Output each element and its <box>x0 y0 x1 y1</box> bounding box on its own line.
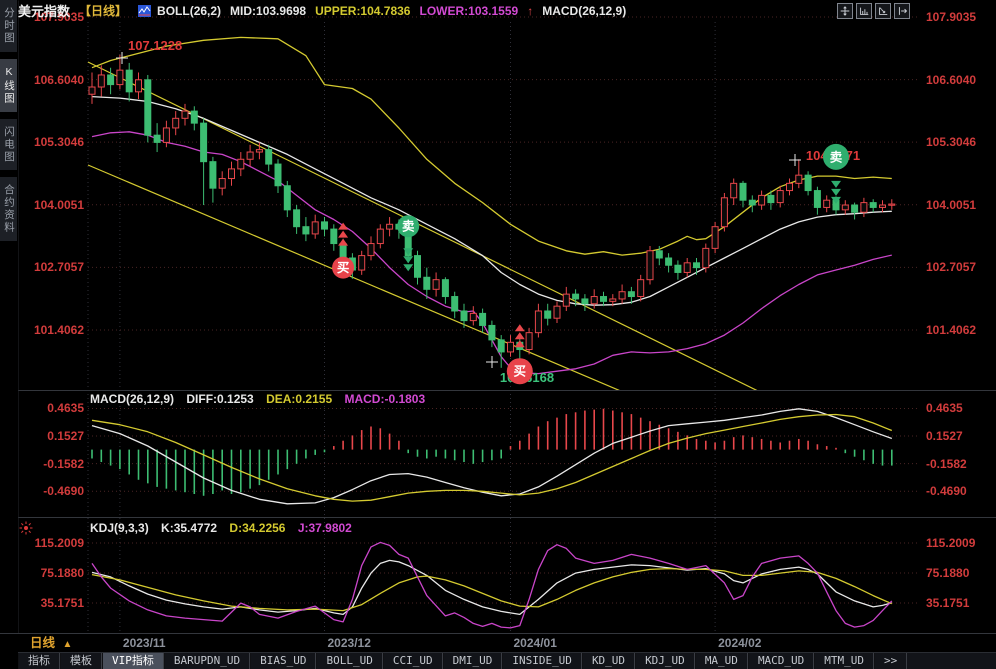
boll-lower-value: LOWER:103.1559 <box>419 4 518 18</box>
tab-模板[interactable]: 模板 <box>60 653 102 669</box>
x-axis-date: 2024/02 <box>718 634 761 652</box>
period-label: 日线 <box>30 636 55 650</box>
macd-label: MACD(26,12,9) <box>542 4 626 18</box>
tab-VIP指标[interactable]: VIP指标 <box>102 653 164 669</box>
main-y-tick: 104.0051 <box>926 198 992 212</box>
x-axis-date: 2023/12 <box>328 634 371 652</box>
kdj-k-value: K:35.4772 <box>161 521 217 535</box>
macd-y-tick: 0.4635 <box>926 401 992 415</box>
chart-canvas[interactable]: 107.1228104.6171100.6168买卖买卖 <box>0 0 996 669</box>
y-axis-scale-icon[interactable] <box>875 3 891 19</box>
tab-MACD_UD[interactable]: MACD_UD <box>748 653 814 669</box>
period-tag: 【日线】 <box>79 2 127 19</box>
main-y-tick: 102.7057 <box>926 260 992 274</box>
svg-text:卖: 卖 <box>830 149 843 164</box>
macd-diff-value: DIFF:0.1253 <box>186 392 253 406</box>
kdj-d-value: D:34.2256 <box>229 521 285 535</box>
tab-DMI_UD[interactable]: DMI_UD <box>443 653 503 669</box>
tab-BIAS_UD[interactable]: BIAS_UD <box>250 653 316 669</box>
kdj-panel-header: KDJ(9,3,3) K:35.4772 D:34.2256 J:37.9802 <box>90 521 361 535</box>
indicator-chart-icon <box>138 5 151 17</box>
main-y-tick: 106.6040 <box>926 73 992 87</box>
macd-y-tick: -0.4690 <box>20 484 84 498</box>
kdj-y-tick: 75.1880 <box>20 566 84 580</box>
svg-text:买: 买 <box>337 261 350 275</box>
main-y-tick: 105.3046 <box>926 135 992 149</box>
svg-text:买: 买 <box>514 365 527 379</box>
tab-MTM_UD[interactable]: MTM_UD <box>814 653 874 669</box>
svg-text:卖: 卖 <box>402 219 415 234</box>
tab-指标[interactable]: 指标 <box>18 653 60 669</box>
macd-panel-header: MACD(26,12,9) DIFF:0.1253 DEA:0.2155 MAC… <box>90 392 434 406</box>
tab-KD_UD[interactable]: KD_UD <box>582 653 635 669</box>
macd-y-tick: 0.4635 <box>20 401 84 415</box>
main-y-tick: 101.4062 <box>20 323 84 337</box>
period-arrow-icon: ▲ <box>63 639 73 650</box>
sidebar-item-0[interactable]: 分时图 <box>0 0 17 52</box>
tab-MA_UD[interactable]: MA_UD <box>695 653 748 669</box>
x-axis-scale-icon[interactable] <box>856 3 872 19</box>
indicator-tabbar: 指标模板VIP指标BARUPDN_UDBIAS_UDBOLL_UDCCI_UDD… <box>18 652 996 669</box>
kdj-name: KDJ(9,3,3) <box>90 521 149 535</box>
kdj-y-tick: 75.1880 <box>926 566 992 580</box>
boll-upper-value: UPPER:104.7836 <box>315 4 410 18</box>
main-y-tick: 105.3046 <box>20 135 84 149</box>
macd-y-tick: -0.1582 <box>20 457 84 471</box>
header-toolbar <box>837 3 910 19</box>
tab-KDJ_UD[interactable]: KDJ_UD <box>635 653 695 669</box>
up-arrow-icon: ↑ <box>527 4 533 18</box>
kdj-y-tick: 35.1751 <box>20 596 84 610</box>
main-y-tick: 102.7057 <box>20 260 84 274</box>
kdj-y-tick: 35.1751 <box>926 596 992 610</box>
macd-dea-value: DEA:0.2155 <box>266 392 332 406</box>
boll-label: BOLL(26,2) <box>157 4 221 18</box>
boll-mid-value: MID:103.9698 <box>230 4 306 18</box>
kdj-y-tick: 115.2009 <box>926 536 992 550</box>
tab->>[interactable]: >> <box>874 653 907 669</box>
sidebar-item-3[interactable]: 合约资料 <box>0 177 17 241</box>
kdj-j-value: J:37.9802 <box>298 521 352 535</box>
collapse-right-icon[interactable] <box>894 3 910 19</box>
macd-name: MACD(26,12,9) <box>90 392 174 406</box>
main-y-tick: 104.0051 <box>20 198 84 212</box>
price-annotation: 107.1228 <box>128 38 182 53</box>
tab-INSIDE_UD[interactable]: INSIDE_UD <box>502 653 582 669</box>
macd-y-tick: 0.1527 <box>20 429 84 443</box>
main-y-tick: 106.6040 <box>20 73 84 87</box>
sidebar-item-2[interactable]: 闪电图 <box>0 119 17 171</box>
instrument-title: 美元指数 <box>18 1 70 20</box>
x-axis-date: 2023/11 <box>123 634 166 652</box>
pan-icon[interactable] <box>837 3 853 19</box>
chart-type-sidebar: 分时图 K线图闪电图合约资料 <box>0 0 18 669</box>
macd-y-tick: 0.1527 <box>926 429 992 443</box>
macd-y-tick: -0.1582 <box>926 457 992 471</box>
tab-BARUPDN_UD[interactable]: BARUPDN_UD <box>164 653 250 669</box>
chart-header: 美元指数 【日线】 BOLL(26,2) MID:103.9698 UPPER:… <box>18 0 996 21</box>
macd-macd-value: MACD:-0.1803 <box>344 392 425 406</box>
x-axis-strip: 日线 ▲ 2023/11 2023/12 2024/01 2024/02 <box>0 633 996 652</box>
tab-BOLL_UD[interactable]: BOLL_UD <box>316 653 382 669</box>
sidebar-item-1[interactable]: K线图 <box>0 59 17 112</box>
x-axis-date: 2024/01 <box>514 634 557 652</box>
main-y-tick: 101.4062 <box>926 323 992 337</box>
macd-y-tick: -0.4690 <box>926 484 992 498</box>
period-selector[interactable]: 日线 ▲ <box>30 634 72 654</box>
trading-terminal: 107.1228104.6171100.6168买卖买卖 分时图K线图闪电图合约… <box>0 0 996 669</box>
indicator-settings-icon[interactable] <box>19 521 33 540</box>
tab-CCI_UD[interactable]: CCI_UD <box>383 653 443 669</box>
